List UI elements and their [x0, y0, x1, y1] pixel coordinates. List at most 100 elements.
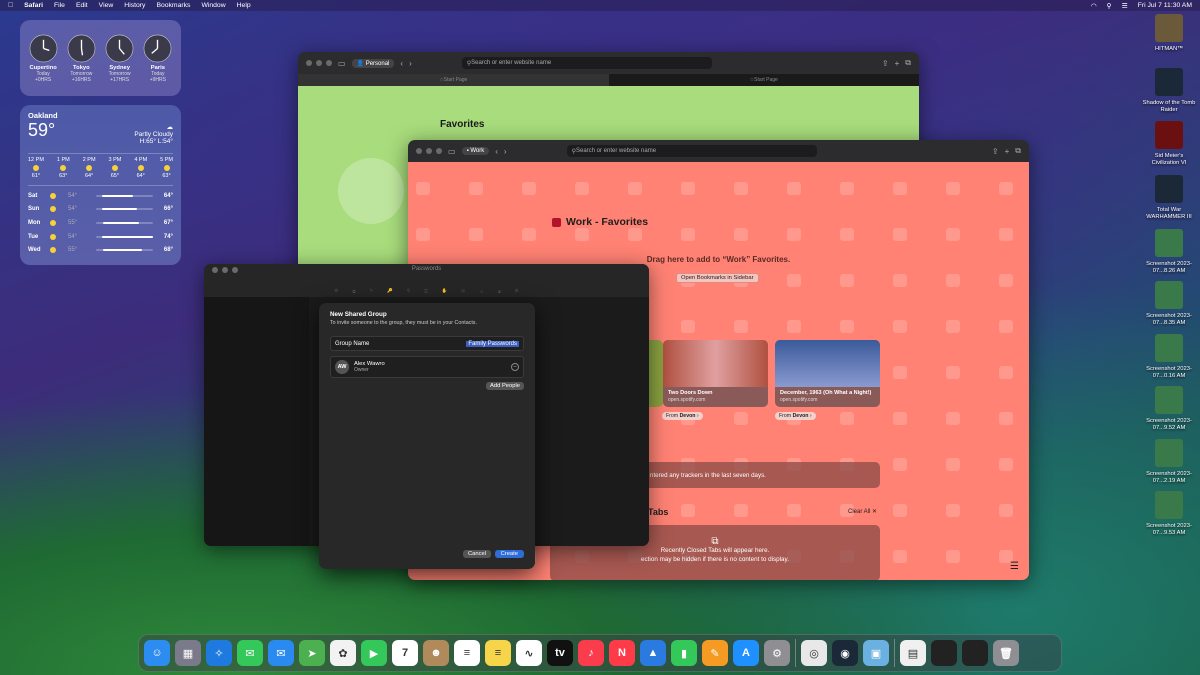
- world-clock-widget[interactable]: Cupertino Today +0HRS Tokyo Tomorrow +16…: [20, 20, 181, 96]
- cancel-button[interactable]: Cancel: [462, 550, 491, 558]
- profile-button[interactable]: ▪ Work: [461, 147, 490, 155]
- safari-icon[interactable]: ✧: [206, 640, 232, 666]
- sidebar-icon[interactable]: ▭: [338, 59, 346, 68]
- clear-all-button[interactable]: Clear All ✕: [848, 508, 877, 515]
- photos-icon[interactable]: ✿: [330, 640, 356, 666]
- new-tab-icon[interactable]: +: [895, 59, 900, 68]
- clock[interactable]: Fri Jul 7 11:30 AM: [1138, 2, 1192, 9]
- menu-history[interactable]: History: [124, 2, 145, 9]
- news-icon[interactable]: N: [609, 640, 635, 666]
- desktop-icon[interactable]: Screenshot 2023-07...8.35 AM: [1141, 281, 1197, 327]
- tab-overview-icon[interactable]: ⧉: [1015, 146, 1021, 156]
- system-settings-icon[interactable]: ⚙: [764, 640, 790, 666]
- close-button[interactable]: [306, 60, 312, 66]
- profile-button[interactable]: 👤 Personal: [351, 58, 395, 68]
- window-1-icon[interactable]: [931, 640, 957, 666]
- search-icon[interactable]: ⚲: [1107, 2, 1112, 10]
- menu-file[interactable]: File: [54, 2, 65, 9]
- menu-view[interactable]: View: [99, 2, 114, 9]
- remove-member-icon[interactable]: –: [511, 363, 519, 371]
- messages-icon[interactable]: ✉: [237, 640, 263, 666]
- trash-icon[interactable]: 🗑: [993, 640, 1019, 666]
- desktop-icon[interactable]: Sid Meier's Civilization VI: [1141, 121, 1197, 167]
- minimize-button[interactable]: [316, 60, 322, 66]
- desktop-icon[interactable]: Screenshot 2023-07...8.26 AM: [1141, 229, 1197, 275]
- open-bookmarks-button[interactable]: Open Bookmarks in Sidebar: [676, 273, 759, 283]
- desktop-icon[interactable]: Total War WARHAMMER III: [1141, 175, 1197, 221]
- search-icon[interactable]: ⚲: [407, 288, 410, 294]
- shared-from-pill[interactable]: From Devon ›: [662, 412, 703, 420]
- tab-overview-icon[interactable]: ⧉: [905, 58, 911, 68]
- websites-icon[interactable]: ◎: [461, 288, 465, 294]
- facetime-icon[interactable]: ▶: [361, 640, 387, 666]
- desktop-icon[interactable]: Screenshot 2023-07...9.52 AM: [1141, 386, 1197, 432]
- wifi-icon[interactable]: ◠: [1091, 2, 1097, 10]
- group-name-input[interactable]: Family Passwords: [466, 340, 519, 347]
- window-2-icon[interactable]: [962, 640, 988, 666]
- forward-icon[interactable]: ›: [504, 147, 507, 156]
- shared-card[interactable]: Two Doors Down open.spotify.com: [663, 340, 768, 407]
- maps-icon[interactable]: ➤: [299, 640, 325, 666]
- close-button[interactable]: [416, 148, 422, 154]
- passwords-icon[interactable]: 🔑: [387, 288, 393, 294]
- share-icon[interactable]: ⇪: [992, 147, 999, 156]
- window-controls[interactable]: [416, 148, 442, 154]
- new-tab-icon[interactable]: +: [1005, 147, 1010, 156]
- zoom-button[interactable]: [436, 148, 442, 154]
- shared-from-pill[interactable]: From Devon ›: [775, 412, 816, 420]
- mail-icon[interactable]: ✉: [268, 640, 294, 666]
- weather-widget[interactable]: Oakland 59° ☁ Partly Cloudy H:65° L:54° …: [20, 105, 181, 265]
- launchpad-icon[interactable]: ▦: [175, 640, 201, 666]
- menu-bookmarks[interactable]: Bookmarks: [156, 2, 190, 9]
- add-people-button[interactable]: Add People: [486, 382, 524, 390]
- menu-edit[interactable]: Edit: [76, 2, 88, 9]
- finder-icon[interactable]: ☺: [144, 640, 170, 666]
- share-icon[interactable]: ⇪: [882, 59, 889, 68]
- tab-start-page-2[interactable]: ☆ Start Page: [609, 74, 920, 86]
- app-menu[interactable]: Safari: [24, 2, 43, 9]
- pages-icon[interactable]: ✎: [702, 640, 728, 666]
- autofill-icon[interactable]: ✎: [370, 288, 374, 294]
- keynote-icon[interactable]: ▲: [640, 640, 666, 666]
- address-bar[interactable]: ⚲ Search or enter website name: [461, 57, 712, 69]
- preview-icon[interactable]: ▣: [863, 640, 889, 666]
- zoom-button[interactable]: [326, 60, 332, 66]
- tabs-icon[interactable]: ⧉: [352, 289, 355, 294]
- extensions-icon[interactable]: ⧈: [498, 289, 501, 294]
- menu-window[interactable]: Window: [201, 2, 225, 9]
- app-store-icon[interactable]: A: [733, 640, 759, 666]
- desktop-icon[interactable]: Screenshot 2023-07...0.16 AM: [1141, 334, 1197, 380]
- notes-icon[interactable]: ≡: [485, 640, 511, 666]
- desktop-icon[interactable]: Shadow of the Tomb Raider: [1141, 68, 1197, 114]
- customize-icon[interactable]: ☰: [1010, 561, 1019, 572]
- minimize-button[interactable]: [426, 148, 432, 154]
- create-button[interactable]: Create: [494, 550, 524, 558]
- numbers-icon[interactable]: ▮: [671, 640, 697, 666]
- apple-menu-icon[interactable]: : [8, 2, 13, 9]
- tab-start-page[interactable]: ☆ Start Page: [298, 74, 609, 86]
- document-icon[interactable]: ▤: [900, 640, 926, 666]
- desktop-icon[interactable]: Screenshot 2023-07...2.19 AM: [1141, 439, 1197, 485]
- apple-tv-icon[interactable]: tv: [547, 640, 573, 666]
- profiles-icon[interactable]: ☺: [479, 289, 484, 294]
- freeform-icon[interactable]: ∿: [516, 640, 542, 666]
- address-bar[interactable]: ⚲ Search or enter website name: [566, 145, 817, 157]
- desktop-icon[interactable]: HITMAN™: [1141, 14, 1197, 53]
- forward-icon[interactable]: ›: [409, 59, 412, 68]
- chrome-icon[interactable]: ◎: [801, 640, 827, 666]
- group-name-field[interactable]: Group Name Family Passwords: [330, 336, 524, 351]
- security-icon[interactable]: ⚿: [424, 289, 427, 294]
- back-icon[interactable]: ‹: [400, 59, 403, 68]
- steam-icon[interactable]: ◉: [832, 640, 858, 666]
- back-icon[interactable]: ‹: [495, 147, 498, 156]
- calendar-icon[interactable]: 7: [392, 640, 418, 666]
- general-icon[interactable]: ⚙: [334, 288, 338, 294]
- contacts-icon[interactable]: ☻: [423, 640, 449, 666]
- control-center-icon[interactable]: ☰: [1122, 2, 1128, 10]
- window-controls[interactable]: [306, 60, 332, 66]
- music-icon[interactable]: ♪: [578, 640, 604, 666]
- privacy-icon[interactable]: ✋: [442, 288, 448, 294]
- shared-card[interactable]: December, 1963 (Oh What a Night!) open.s…: [775, 340, 880, 407]
- advanced-icon[interactable]: ⚙: [515, 288, 519, 294]
- sidebar-icon[interactable]: ▭: [448, 147, 456, 156]
